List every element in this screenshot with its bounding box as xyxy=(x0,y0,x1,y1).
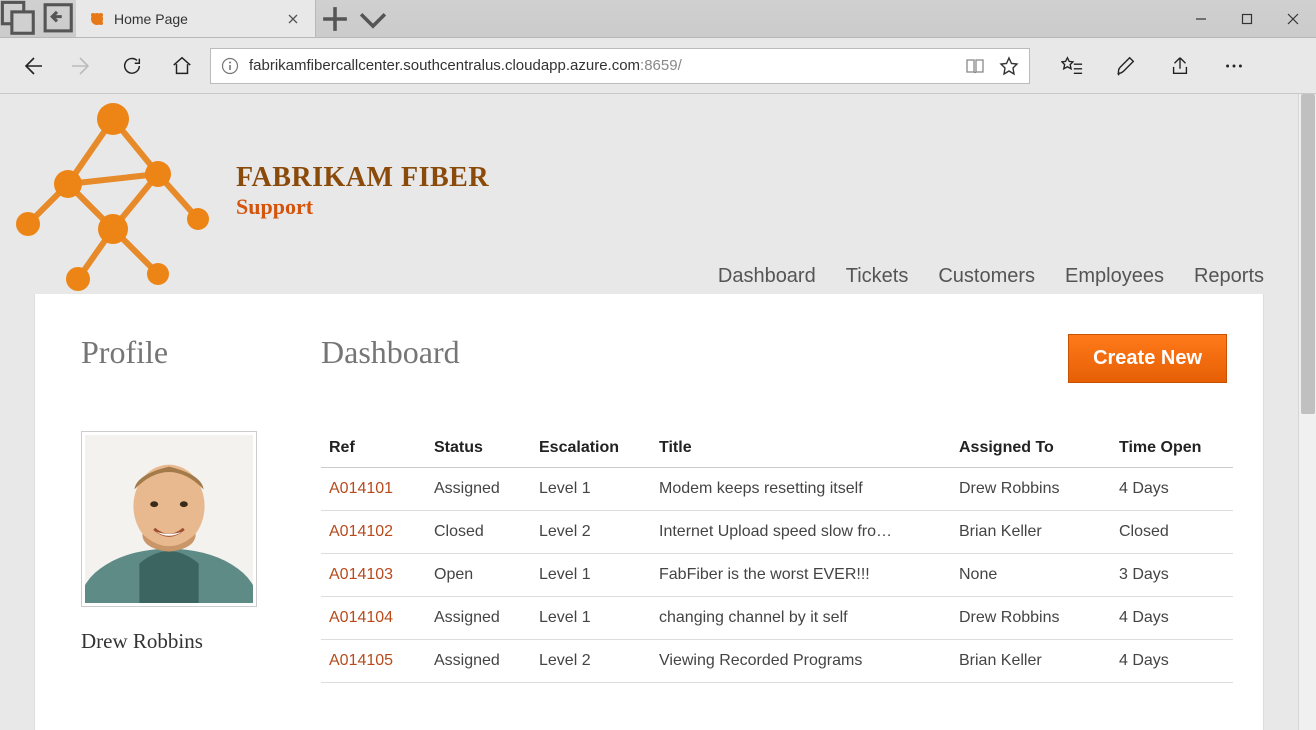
nav-tickets[interactable]: Tickets xyxy=(846,265,909,288)
cell-ref[interactable]: A014102 xyxy=(321,511,426,554)
cell-ref[interactable]: A014103 xyxy=(321,554,426,597)
cell-ref[interactable]: A014105 xyxy=(321,640,426,683)
set-aside-tabs-icon[interactable] xyxy=(38,0,76,37)
table-row[interactable]: A014104AssignedLevel 1changing channel b… xyxy=(321,597,1233,640)
page-viewport: FABRIKAM FIBER Support Dashboard Tickets… xyxy=(0,94,1316,730)
col-title: Title xyxy=(651,429,951,468)
cell-assigned: None xyxy=(951,554,1111,597)
address-bar[interactable]: fabrikamfibercallcenter.southcentralus.c… xyxy=(210,48,1030,84)
col-time: Time Open xyxy=(1111,429,1233,468)
cell-escalation: Level 2 xyxy=(531,640,651,683)
cell-time: 3 Days xyxy=(1111,554,1233,597)
favorite-star-icon[interactable] xyxy=(999,56,1019,76)
cell-status: Assigned xyxy=(426,468,531,511)
back-button[interactable] xyxy=(10,44,54,88)
cell-time: Closed xyxy=(1111,511,1233,554)
refresh-button[interactable] xyxy=(110,44,154,88)
cell-escalation: Level 1 xyxy=(531,554,651,597)
cell-time: 4 Days xyxy=(1111,597,1233,640)
table-row[interactable]: A014101AssignedLevel 1Modem keeps resett… xyxy=(321,468,1233,511)
tab-title: Home Page xyxy=(114,11,275,27)
tickets-table: Ref Status Escalation Title Assigned To … xyxy=(321,429,1233,683)
profile-name: Drew Robbins xyxy=(81,629,281,654)
nav-employees[interactable]: Employees xyxy=(1065,265,1164,288)
cell-assigned: Brian Keller xyxy=(951,511,1111,554)
table-row[interactable]: A014102ClosedLevel 2Internet Upload spee… xyxy=(321,511,1233,554)
col-ref: Ref xyxy=(321,429,426,468)
cell-escalation: Level 1 xyxy=(531,597,651,640)
window-maximize-button[interactable] xyxy=(1224,0,1270,37)
new-tab-button[interactable] xyxy=(316,0,354,37)
cell-status: Closed xyxy=(426,511,531,554)
favorites-list-icon[interactable] xyxy=(1050,44,1094,88)
cell-status: Assigned xyxy=(426,640,531,683)
cell-status: Assigned xyxy=(426,597,531,640)
main-nav: Dashboard Tickets Customers Employees Re… xyxy=(718,265,1264,288)
avatar xyxy=(81,431,257,607)
window-titlebar: Home Page xyxy=(0,0,1316,38)
cell-assigned: Drew Robbins xyxy=(951,597,1111,640)
cell-title: Internet Upload speed slow fro… xyxy=(651,511,951,554)
share-icon[interactable] xyxy=(1158,44,1202,88)
col-assigned: Assigned To xyxy=(951,429,1111,468)
window-close-button[interactable] xyxy=(1270,0,1316,37)
favicon-icon xyxy=(88,10,106,28)
notes-icon[interactable] xyxy=(1104,44,1148,88)
home-button[interactable] xyxy=(160,44,204,88)
brand-title: FABRIKAM FIBER xyxy=(236,162,489,194)
cell-ref[interactable]: A014101 xyxy=(321,468,426,511)
more-menu-icon[interactable] xyxy=(1212,44,1256,88)
cell-assigned: Brian Keller xyxy=(951,640,1111,683)
tab-actions-icon[interactable] xyxy=(0,0,38,37)
logo-icon xyxy=(8,94,218,304)
profile-heading: Profile xyxy=(81,334,281,371)
nav-customers[interactable]: Customers xyxy=(938,265,1035,288)
window-minimize-button[interactable] xyxy=(1178,0,1224,37)
create-new-button[interactable]: Create New xyxy=(1068,334,1227,383)
site-info-icon[interactable] xyxy=(221,57,239,75)
brand-subtitle: Support xyxy=(236,194,489,220)
scrollbar-thumb[interactable] xyxy=(1301,94,1315,414)
url-text: fabrikamfibercallcenter.southcentralus.c… xyxy=(249,57,682,74)
table-row[interactable]: A014103OpenLevel 1FabFiber is the worst … xyxy=(321,554,1233,597)
nav-reports[interactable]: Reports xyxy=(1194,265,1264,288)
forward-button[interactable] xyxy=(60,44,104,88)
tab-close-icon[interactable] xyxy=(283,9,303,29)
browser-tab[interactable]: Home Page xyxy=(76,0,316,37)
tab-menu-icon[interactable] xyxy=(354,0,392,37)
table-header-row: Ref Status Escalation Title Assigned To … xyxy=(321,429,1233,468)
col-status: Status xyxy=(426,429,531,468)
cell-escalation: Level 2 xyxy=(531,511,651,554)
scrollbar[interactable] xyxy=(1298,94,1316,730)
reading-view-icon[interactable] xyxy=(965,56,985,76)
cell-status: Open xyxy=(426,554,531,597)
cell-ref[interactable]: A014104 xyxy=(321,597,426,640)
cell-title: FabFiber is the worst EVER!!! xyxy=(651,554,951,597)
nav-dashboard[interactable]: Dashboard xyxy=(718,265,816,288)
col-escalation: Escalation xyxy=(531,429,651,468)
browser-toolbar: fabrikamfibercallcenter.southcentralus.c… xyxy=(0,38,1316,94)
cell-title: Modem keeps resetting itself xyxy=(651,468,951,511)
cell-time: 4 Days xyxy=(1111,640,1233,683)
content-card: Create New Profile xyxy=(34,294,1264,730)
table-row[interactable]: A014105AssignedLevel 2Viewing Recorded P… xyxy=(321,640,1233,683)
cell-title: changing channel by it self xyxy=(651,597,951,640)
cell-title: Viewing Recorded Programs xyxy=(651,640,951,683)
cell-assigned: Drew Robbins xyxy=(951,468,1111,511)
cell-time: 4 Days xyxy=(1111,468,1233,511)
cell-escalation: Level 1 xyxy=(531,468,651,511)
